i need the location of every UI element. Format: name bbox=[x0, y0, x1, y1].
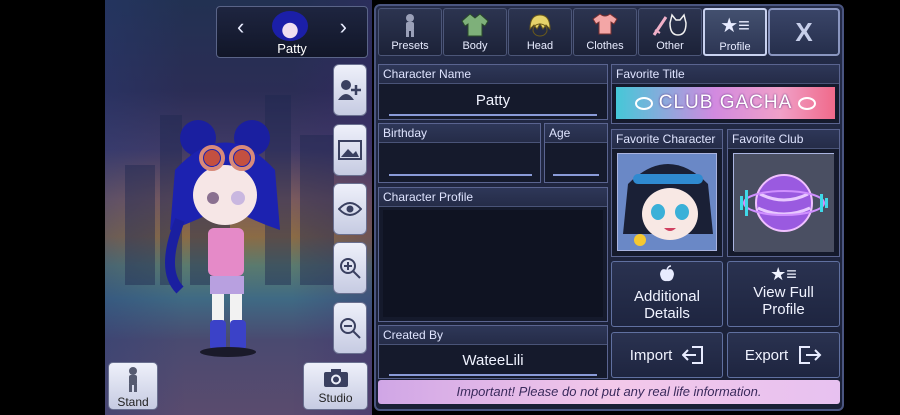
tab-clothes-label: Clothes bbox=[586, 40, 624, 52]
character-name-underline bbox=[389, 114, 597, 116]
character-selector: ‹ › Patty bbox=[216, 6, 368, 58]
favorite-title-banner[interactable]: CLUB GACHA bbox=[616, 87, 835, 119]
zoom-out-button[interactable] bbox=[333, 302, 367, 354]
zoom-in-icon bbox=[340, 258, 361, 279]
zoom-in-button[interactable] bbox=[333, 242, 367, 294]
tab-profile[interactable]: ★≡ Profile bbox=[703, 8, 767, 56]
right-letterbox bbox=[845, 0, 900, 415]
shirt-icon bbox=[574, 13, 636, 40]
tab-body-label: Body bbox=[462, 40, 488, 52]
star-list-icon: ★≡ bbox=[720, 15, 750, 37]
zoom-out-icon bbox=[340, 318, 361, 339]
favorite-character-label: Favorite Character bbox=[612, 130, 722, 149]
favorite-character-portrait[interactable] bbox=[617, 153, 717, 251]
birthday-underline bbox=[389, 174, 532, 176]
export-button[interactable]: Export bbox=[727, 332, 840, 378]
tab-presets-label: Presets bbox=[391, 40, 429, 52]
favorite-title-label: Favorite Title bbox=[612, 65, 839, 84]
tab-clothes[interactable]: Clothes bbox=[573, 8, 637, 56]
age-box: Age bbox=[544, 123, 608, 183]
favorite-title-text: CLUB GACHA bbox=[658, 92, 793, 113]
import-button[interactable]: Import bbox=[611, 332, 723, 378]
favorite-club-box: Favorite Club bbox=[727, 129, 840, 257]
category-tabs: Presets Body Head Clothes Other ★≡ Profi… bbox=[378, 8, 768, 56]
close-button[interactable]: X bbox=[768, 8, 840, 56]
jacket-icon bbox=[444, 13, 506, 42]
favorite-club-emblem[interactable] bbox=[733, 153, 834, 252]
character-profile-label: Character Profile bbox=[379, 188, 607, 207]
add-character-button[interactable] bbox=[333, 64, 367, 116]
privacy-notice: Important! Please do not put any real li… bbox=[378, 380, 840, 404]
favorite-club-label: Favorite Club bbox=[728, 130, 839, 149]
chevron-left-icon[interactable]: ‹ bbox=[237, 14, 244, 40]
export-label: Export bbox=[744, 346, 789, 364]
chevron-right-icon[interactable]: › bbox=[340, 14, 347, 40]
left-letterbox bbox=[0, 0, 105, 415]
view-full-profile-button[interactable]: ★≡ View Full Profile bbox=[727, 261, 840, 327]
additional-details-label: Additional Details bbox=[634, 288, 700, 322]
character-name-box: Character Name Patty bbox=[378, 64, 608, 120]
age-label: Age bbox=[545, 124, 607, 143]
stand-label: Stand bbox=[117, 395, 149, 409]
image-icon bbox=[338, 140, 362, 160]
studio-button[interactable]: Studio bbox=[303, 362, 368, 410]
additional-details-button[interactable]: Additional Details bbox=[611, 261, 723, 327]
apple-icon bbox=[660, 265, 674, 282]
created-by-underline bbox=[389, 374, 597, 376]
person-silhouette-icon bbox=[379, 13, 441, 42]
star-list-icon: ★≡ bbox=[770, 264, 797, 284]
character-figure bbox=[165, 120, 280, 357]
close-icon: X bbox=[795, 16, 813, 47]
tab-body[interactable]: Body bbox=[443, 8, 507, 56]
hair-icon bbox=[509, 13, 571, 42]
add-person-icon bbox=[338, 80, 361, 100]
created-by-label: Created By bbox=[379, 326, 607, 345]
background-button[interactable] bbox=[333, 124, 367, 176]
birthday-label: Birthday bbox=[379, 124, 540, 143]
tab-head[interactable]: Head bbox=[508, 8, 572, 56]
ring-icon bbox=[798, 96, 817, 110]
camera-icon bbox=[323, 369, 348, 387]
tab-presets[interactable]: Presets bbox=[378, 8, 442, 56]
character-selector-name: Patty bbox=[277, 41, 307, 56]
age-underline bbox=[553, 174, 599, 176]
import-icon bbox=[682, 346, 704, 364]
character-thumbnail bbox=[272, 11, 308, 41]
person-standing-icon bbox=[129, 367, 137, 392]
favorite-character-box: Favorite Character bbox=[611, 129, 723, 257]
created-by-field[interactable]: WateeLili bbox=[379, 352, 607, 369]
character-profile-box: Character Profile bbox=[378, 187, 608, 322]
import-label: Import bbox=[629, 346, 673, 364]
tab-profile-label: Profile bbox=[719, 41, 751, 53]
sword-cat-icon bbox=[639, 13, 701, 42]
ring-icon bbox=[634, 96, 653, 110]
character-name-field[interactable]: Patty bbox=[379, 92, 607, 109]
view-full-profile-label: View Full Profile bbox=[753, 284, 814, 318]
visibility-button[interactable] bbox=[333, 183, 367, 235]
tab-head-label: Head bbox=[526, 40, 554, 52]
studio-label: Studio bbox=[318, 391, 353, 405]
created-by-box: Created By WateeLili bbox=[378, 325, 608, 379]
character-name-label: Character Name bbox=[379, 65, 607, 84]
tab-other-label: Other bbox=[656, 40, 684, 52]
tab-other[interactable]: Other bbox=[638, 8, 702, 56]
character-profile-textarea[interactable] bbox=[383, 210, 603, 317]
birthday-box: Birthday bbox=[378, 123, 541, 183]
favorite-title-box: Favorite Title CLUB GACHA bbox=[611, 64, 840, 124]
export-icon bbox=[799, 346, 822, 364]
stand-button[interactable]: Stand bbox=[108, 362, 158, 410]
eye-icon bbox=[338, 202, 362, 216]
